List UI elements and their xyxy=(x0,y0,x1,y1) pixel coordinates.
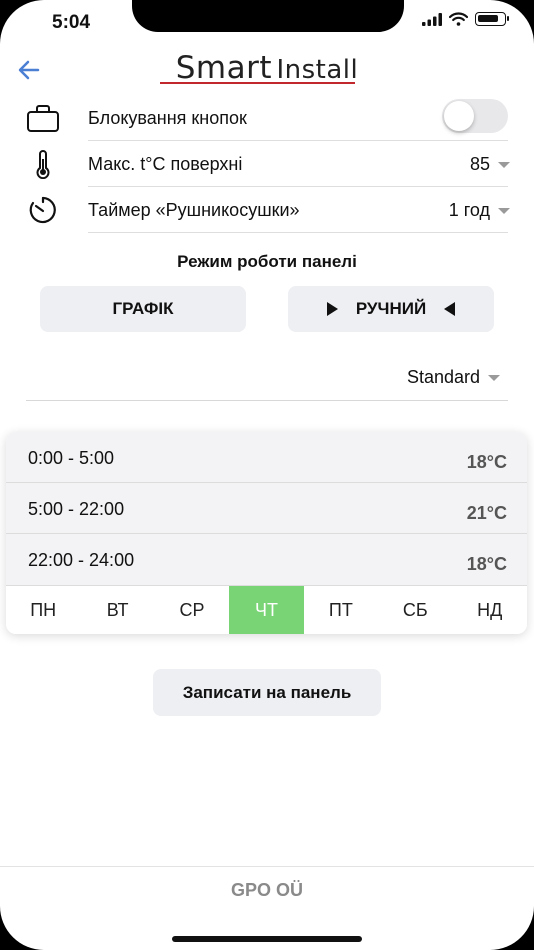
button-lock-toggle[interactable] xyxy=(442,99,508,133)
day-tue[interactable]: ВТ xyxy=(80,586,154,634)
button-lock-row: Блокування кнопок xyxy=(0,95,534,141)
schedule-mode-label: ГРАФІК xyxy=(112,299,174,318)
thermometer-icon xyxy=(36,150,50,179)
slot-time: 22:00 - 24:00 xyxy=(28,550,135,570)
schedule-slot[interactable]: 22:00 - 24:00 18°C xyxy=(6,534,527,586)
slot-time: 5:00 - 22:00 xyxy=(28,499,125,519)
wifi-icon xyxy=(449,12,468,26)
profile-dropdown[interactable]: Standard xyxy=(407,367,500,388)
chevron-down-icon xyxy=(488,375,500,382)
day-sat[interactable]: СБ xyxy=(378,586,452,634)
max-temp-dropdown[interactable]: 85 xyxy=(470,154,510,175)
max-temp-row: Макс. t°C поверхні 85 xyxy=(0,141,534,187)
timer-dropdown[interactable]: 1 год xyxy=(449,200,510,221)
button-lock-label: Блокування кнопок xyxy=(88,108,247,128)
max-temp-value: 85 xyxy=(469,154,490,174)
logo-smart: Smart xyxy=(175,50,273,86)
slot-temp: 21°C xyxy=(466,503,507,523)
schedule-slot[interactable]: 5:00 - 22:00 21°C xyxy=(6,483,527,534)
schedule-mode-button[interactable]: ГРАФІК xyxy=(40,286,246,332)
mode-title: Режим роботи панелі xyxy=(177,252,357,271)
device-notch xyxy=(132,0,404,32)
footer-company: GPO OÜ xyxy=(230,880,303,900)
toggle-knob xyxy=(444,101,474,131)
max-temp-label: Макс. t°C поверхні xyxy=(88,154,243,174)
status-icons xyxy=(422,12,509,26)
timer-icon xyxy=(29,196,56,224)
signal-icon xyxy=(422,12,442,26)
play-left-icon xyxy=(444,302,456,316)
chevron-down-icon xyxy=(498,162,510,169)
divider xyxy=(26,400,508,401)
play-right-icon xyxy=(326,302,338,316)
app-logo: Smart Install xyxy=(0,50,534,86)
day-mon[interactable]: ПН xyxy=(6,586,80,634)
day-fri[interactable]: ПТ xyxy=(304,586,378,634)
logo-underline xyxy=(160,82,355,84)
schedule-card: 0:00 - 5:00 18°C 5:00 - 22:00 21°C 22:00… xyxy=(6,432,527,634)
divider xyxy=(0,866,534,867)
write-to-panel-label: Записати на панель xyxy=(182,682,352,702)
slot-time: 0:00 - 5:00 xyxy=(28,448,115,468)
slot-temp: 18°C xyxy=(466,554,507,574)
timer-row: Таймер «Рушникосушки» 1 год xyxy=(0,187,534,233)
profile-value: Standard xyxy=(406,367,480,387)
home-indicator[interactable] xyxy=(172,936,362,942)
write-to-panel-button[interactable]: Записати на панель xyxy=(153,669,381,716)
slot-temp: 18°C xyxy=(466,452,507,472)
day-thu[interactable]: ЧТ xyxy=(229,586,304,634)
manual-mode-label: РУЧНИЙ xyxy=(355,299,427,318)
day-sun[interactable]: НД xyxy=(453,586,527,634)
chevron-down-icon xyxy=(498,208,510,215)
divider xyxy=(88,232,508,233)
schedule-slot[interactable]: 0:00 - 5:00 18°C xyxy=(6,432,527,483)
manual-mode-button[interactable]: РУЧНИЙ xyxy=(288,286,494,332)
timer-value: 1 год xyxy=(448,200,490,220)
logo-install: Install xyxy=(276,55,359,85)
day-selector: ПН ВТ СР ЧТ ПТ СБ НД xyxy=(6,586,527,634)
battery-icon xyxy=(475,12,509,26)
app-screen: 5:04 Smart Install Блокування кнопок Мак… xyxy=(0,0,534,950)
day-wed[interactable]: СР xyxy=(155,586,229,634)
briefcase-icon xyxy=(27,105,59,132)
status-time: 5:04 xyxy=(52,12,91,33)
timer-label: Таймер «Рушникосушки» xyxy=(88,200,300,220)
